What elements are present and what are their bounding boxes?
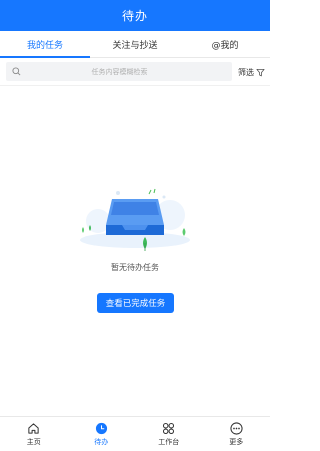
view-completed-button[interactable]: 查看已完成任务 bbox=[97, 293, 174, 313]
workbench-icon bbox=[163, 422, 175, 434]
home-icon bbox=[28, 422, 39, 434]
nav-item-home[interactable]: 主页 bbox=[0, 417, 68, 451]
tab-bar: 我的任务 关注与抄送 @我的 bbox=[0, 31, 270, 58]
search-row: 筛选 bbox=[0, 59, 270, 86]
bottom-nav: 主页 待办 工作台 更多 bbox=[0, 416, 270, 451]
nav-label-todo: 待办 bbox=[94, 437, 109, 446]
app-header: 待办 bbox=[0, 0, 270, 31]
nav-item-more[interactable]: 更多 bbox=[203, 417, 271, 451]
tab-mentions[interactable]: @我的 bbox=[180, 31, 270, 57]
clock-icon bbox=[95, 422, 107, 434]
nav-label-more: 更多 bbox=[229, 437, 244, 446]
tab-follow-cc[interactable]: 关注与抄送 bbox=[90, 31, 180, 57]
filter-label: 筛选 bbox=[238, 67, 254, 77]
nav-item-workbench[interactable]: 工作台 bbox=[135, 417, 203, 451]
filter-icon bbox=[256, 68, 265, 76]
page-title: 待办 bbox=[121, 9, 148, 23]
nav-label-workbench: 工作台 bbox=[158, 437, 180, 446]
empty-state-message: 暂无待办任务 bbox=[111, 263, 159, 272]
empty-inbox-illustration bbox=[80, 188, 190, 251]
tab-my-tasks[interactable]: 我的任务 bbox=[0, 31, 90, 58]
search-icon bbox=[12, 67, 21, 76]
nav-item-todo[interactable]: 待办 bbox=[68, 417, 136, 451]
more-icon bbox=[230, 421, 243, 435]
search-input[interactable] bbox=[21, 63, 232, 80]
nav-label-home: 主页 bbox=[26, 437, 41, 446]
filter-button[interactable]: 筛选 bbox=[238, 63, 265, 81]
search-box[interactable] bbox=[6, 62, 232, 81]
